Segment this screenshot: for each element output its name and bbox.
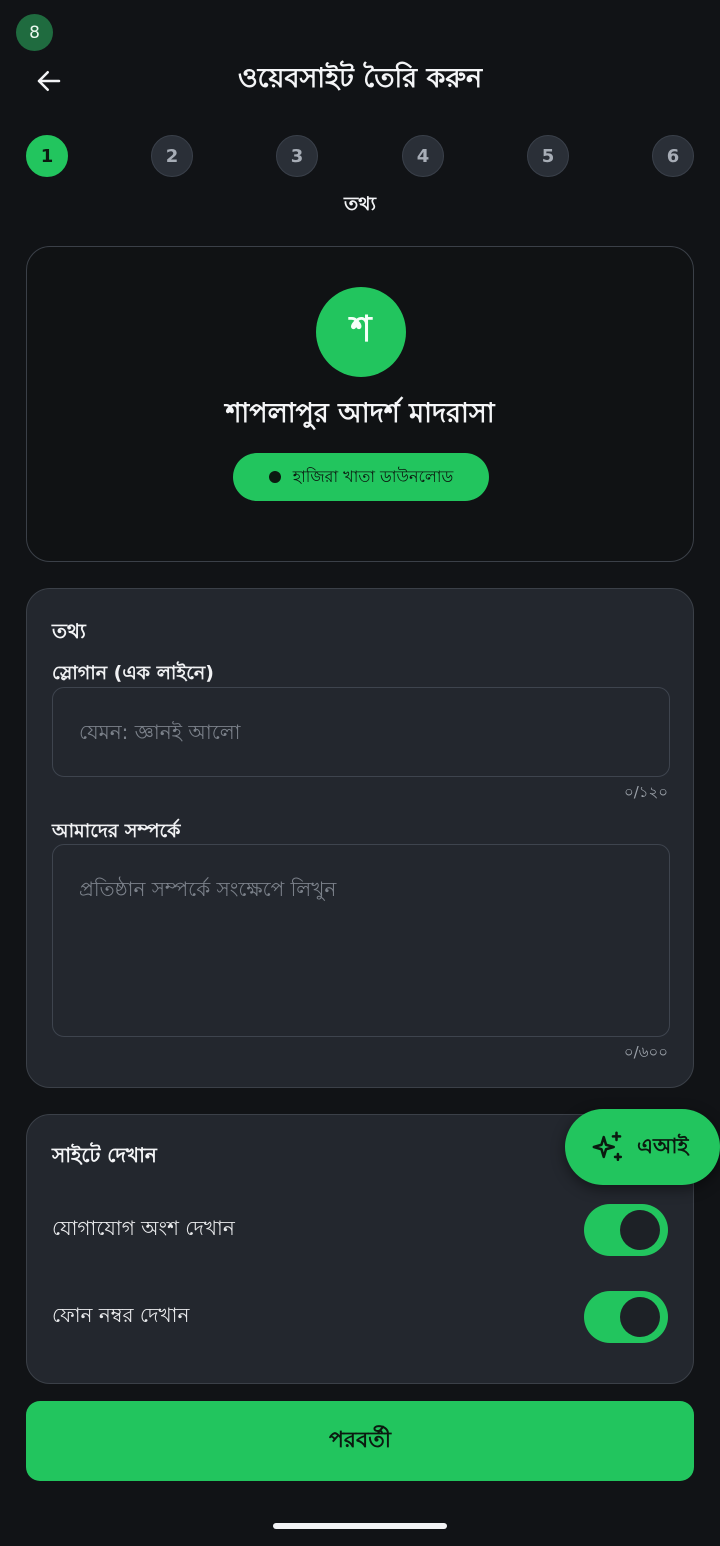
step-1[interactable]: 1 bbox=[26, 135, 68, 177]
step-3[interactable]: 3 bbox=[276, 135, 318, 177]
institution-name: শাপলাপুর আদর্শ মাদরাসা bbox=[225, 398, 495, 429]
about-counter: ০/৬০০ bbox=[623, 1043, 668, 1061]
step-4[interactable]: 4 bbox=[402, 135, 444, 177]
ai-assist-button[interactable]: এআই bbox=[565, 1109, 720, 1185]
phone-toggle-row: ফোন নম্বর দেখান bbox=[52, 1290, 668, 1344]
ai-button-label: এআই bbox=[637, 1133, 689, 1158]
display-section-title: সাইটে দেখান bbox=[52, 1143, 157, 1167]
slogan-input[interactable] bbox=[52, 687, 670, 777]
step-6[interactable]: 6 bbox=[652, 135, 694, 177]
dot-icon bbox=[268, 471, 281, 483]
contact-toggle-row: যোগাযোগ অংশ দেখান bbox=[52, 1203, 668, 1257]
step-caption: তথ্য bbox=[343, 193, 377, 215]
website-preview-card: শ শাপলাপুর আদর্শ মাদরাসা হাজিরা খাতা ডাউ… bbox=[26, 246, 694, 562]
step-5[interactable]: 5 bbox=[527, 135, 569, 177]
contact-toggle-label: যোগাযোগ অংশ দেখান bbox=[52, 1215, 235, 1240]
notification-badge: 8 bbox=[16, 14, 53, 51]
slogan-counter: ০/১২০ bbox=[623, 783, 668, 801]
avatar: শ bbox=[316, 287, 406, 377]
next-button[interactable]: পরবর্তী bbox=[26, 1401, 694, 1481]
info-form-card: তথ্য স্লোগান (এক লাইনে) ০/১২০ আমাদের সম্… bbox=[26, 588, 694, 1088]
page-title: ওয়েবসাইট তৈরি করুন bbox=[237, 63, 483, 94]
sparkles-icon bbox=[592, 1131, 623, 1162]
info-section-title: তথ্য bbox=[52, 619, 86, 643]
step-2[interactable]: 2 bbox=[151, 135, 193, 177]
phone-toggle-switch[interactable] bbox=[584, 1291, 668, 1343]
attendance-download-button[interactable]: হাজিরা খাতা ডাউনলোড bbox=[233, 453, 489, 501]
switch-knob bbox=[620, 1210, 660, 1250]
phone-toggle-label: ফোন নম্বর দেখান bbox=[52, 1302, 190, 1327]
contact-toggle-switch[interactable] bbox=[584, 1204, 668, 1256]
home-indicator bbox=[273, 1523, 447, 1529]
about-textarea[interactable] bbox=[52, 844, 670, 1037]
attendance-download-label: হাজিরা খাতা ডাউনলোড bbox=[292, 466, 454, 486]
switch-knob bbox=[620, 1297, 660, 1337]
stepper: 1 2 3 4 5 6 bbox=[26, 135, 694, 177]
